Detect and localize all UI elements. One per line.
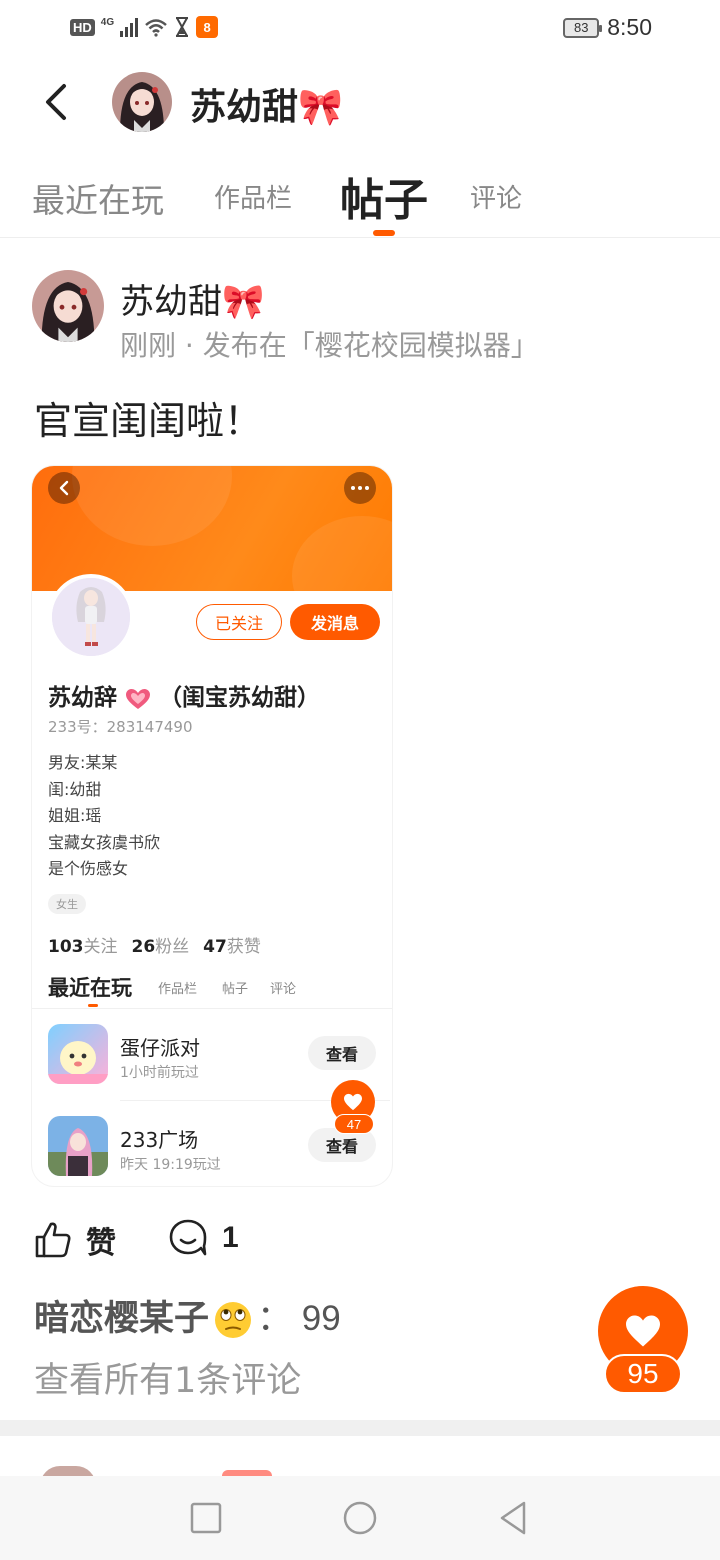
embedded-tab-works: 作品栏 bbox=[158, 982, 198, 997]
embedded-message-button: 发消息 bbox=[290, 604, 380, 640]
view-game-button: 查看 bbox=[308, 1036, 376, 1070]
active-tab-indicator bbox=[373, 230, 395, 236]
embedded-username-prefix: 苏幼辞 bbox=[48, 685, 117, 711]
status-bar: HD 4G 8 83 8:50 bbox=[0, 0, 720, 56]
embedded-back-icon bbox=[48, 472, 80, 504]
profile-header: 苏幼甜🎀 bbox=[0, 62, 720, 142]
hourglass-icon bbox=[176, 17, 189, 37]
game-name: 233广场 bbox=[120, 1128, 199, 1152]
thumbs-up-icon bbox=[35, 1222, 71, 1258]
battery-icon: 83 bbox=[563, 17, 603, 38]
egg-party-game-icon bbox=[48, 1024, 108, 1084]
comment-text: ： 99 bbox=[257, 1299, 341, 1338]
divider bbox=[32, 1008, 392, 1009]
embedded-user-id: 233号：283147490 bbox=[48, 718, 193, 736]
comment-bubble-icon bbox=[169, 1219, 207, 1256]
like-label: 赞 bbox=[86, 1226, 116, 1261]
following-stat: 103关注 bbox=[48, 937, 118, 957]
gender-tag: 女生 bbox=[48, 894, 86, 914]
heart-icon bbox=[344, 1093, 362, 1111]
game-last-played: 昨天 19:19玩过 bbox=[120, 1157, 221, 1173]
view-all-comments-link[interactable]: 查看所有1条评论 bbox=[34, 1352, 301, 1403]
tab-comments[interactable]: 评论 bbox=[470, 178, 522, 215]
bio-line: 男友:某某 bbox=[48, 753, 118, 772]
post-separator bbox=[0, 1420, 720, 1436]
profile-tabs: 最近在玩 作品栏 帖子 评论 bbox=[0, 160, 720, 238]
post-text: 官宣闺闺啦！ bbox=[34, 399, 263, 443]
network-type: 4G bbox=[100, 16, 115, 28]
embedded-username: 苏幼辞 （闺宝苏幼甜） bbox=[48, 678, 320, 712]
signal-icon bbox=[120, 17, 139, 37]
embedded-more-icon bbox=[344, 472, 376, 504]
clock: 8:50 bbox=[607, 14, 652, 40]
system-navigation-bar bbox=[0, 1476, 720, 1560]
header-username: 苏幼甜🎀 bbox=[190, 87, 343, 128]
wifi-icon bbox=[145, 19, 167, 37]
game-name: 蛋仔派对 bbox=[120, 1036, 200, 1060]
embedded-like-count: 47 bbox=[334, 1114, 374, 1134]
avatar-illustration bbox=[32, 270, 104, 342]
bio-line: 闺:幼甜 bbox=[48, 779, 102, 799]
embedded-tab-indicator bbox=[88, 1004, 98, 1007]
status-icons-right: 83 8:50 bbox=[563, 14, 652, 41]
embedded-stats: 103关注 26粉丝 47获赞 bbox=[48, 932, 261, 957]
back-arrow-icon[interactable] bbox=[36, 80, 76, 124]
avatar-illustration bbox=[112, 72, 172, 132]
embedded-followed-button: 已关注 bbox=[196, 604, 282, 640]
comment-count: 1 bbox=[222, 1221, 239, 1254]
embedded-avatar bbox=[48, 574, 134, 660]
heart-icon bbox=[626, 1315, 660, 1347]
post-author-avatar[interactable] bbox=[32, 270, 104, 342]
comment-preview[interactable]: 暗恋樱某子 ： 99 bbox=[34, 1290, 341, 1341]
embedded-bio: 男友:某某 闺:幼甜 姐姐:瑶 宝藏女孩虞书欣 是个伤感女 bbox=[48, 750, 160, 883]
embedded-tab-comments: 评论 bbox=[270, 982, 297, 997]
post-image[interactable]: 已关注 发消息 苏幼辞 （闺宝苏幼甜） 233号：283147490 男友:某某… bbox=[32, 466, 392, 1186]
bio-line: 姐姐:瑶 bbox=[48, 806, 102, 825]
floating-like-count: 95 bbox=[604, 1354, 682, 1394]
home-icon[interactable] bbox=[340, 1498, 380, 1538]
hd-badge: HD bbox=[70, 18, 95, 36]
post-meta: 刚刚 · 发布在「樱花校园模拟器」 bbox=[120, 329, 539, 362]
tab-works[interactable]: 作品栏 bbox=[214, 178, 292, 215]
plaza-game-icon bbox=[48, 1116, 108, 1176]
app-notification-icon: 8 bbox=[196, 16, 219, 38]
status-icons-left: HD 4G 8 bbox=[70, 16, 219, 38]
game-row: 233广场 昨天 19:19玩过 查看 bbox=[48, 1116, 378, 1180]
embedded-tabs: 最近在玩 作品栏 帖子 评论 bbox=[48, 972, 378, 1008]
game-row: 蛋仔派对 1小时前玩过 查看 bbox=[48, 1024, 378, 1088]
embedded-username-suffix: （闺宝苏幼甜） bbox=[159, 685, 321, 711]
comment-username[interactable]: 暗恋樱某子 bbox=[34, 1299, 209, 1339]
back-triangle-icon[interactable] bbox=[494, 1498, 534, 1538]
tab-recently-played[interactable]: 最近在玩 bbox=[32, 174, 164, 222]
embedded-like-badge: 47 bbox=[330, 1080, 376, 1146]
eye-roll-emoji-icon bbox=[215, 1302, 252, 1338]
bio-line: 是个伤感女 bbox=[48, 859, 129, 878]
floating-like-button[interactable]: 95 bbox=[598, 1286, 688, 1396]
like-button[interactable]: 赞 bbox=[34, 1218, 116, 1262]
likes-stat: 47获赞 bbox=[203, 937, 261, 957]
comment-button[interactable]: 1 bbox=[168, 1218, 239, 1258]
tab-posts[interactable]: 帖子 bbox=[340, 164, 428, 228]
embedded-tab-recently-played: 最近在玩 bbox=[48, 976, 132, 1000]
game-last-played: 1小时前玩过 bbox=[120, 1065, 199, 1081]
post-author-name[interactable]: 苏幼甜🎀 bbox=[120, 274, 264, 323]
header-avatar[interactable] bbox=[112, 72, 172, 132]
fans-stat: 26粉丝 bbox=[131, 937, 190, 957]
embedded-tab-posts: 帖子 bbox=[222, 982, 249, 997]
profile-banner bbox=[32, 466, 392, 636]
recent-apps-icon[interactable] bbox=[186, 1498, 226, 1538]
bio-line: 宝藏女孩虞书欣 bbox=[48, 832, 161, 852]
sparkling-heart-icon bbox=[126, 688, 151, 709]
